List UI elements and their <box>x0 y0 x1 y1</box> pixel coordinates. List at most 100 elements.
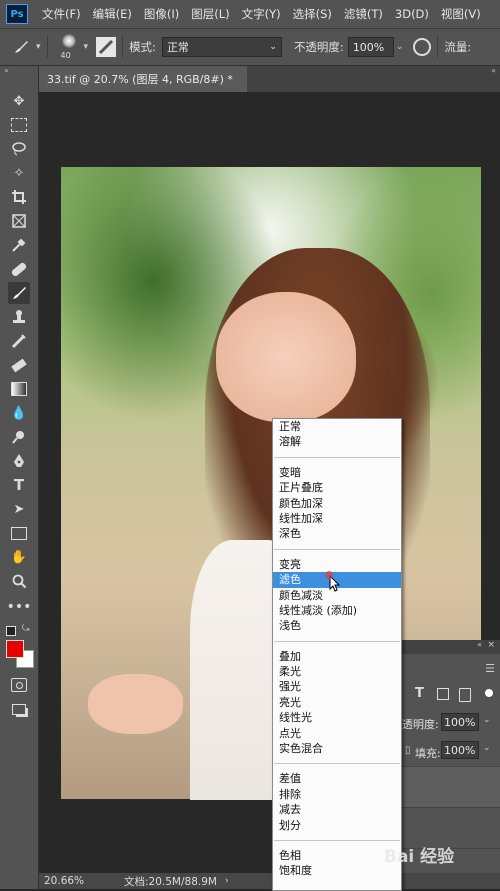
blend-mode-option[interactable]: 强光 <box>273 679 401 694</box>
filter-smart-object-icon[interactable] <box>459 688 471 702</box>
filter-toggle-icon[interactable] <box>485 689 493 697</box>
chevron-down-icon[interactable]: ⌄ <box>483 715 491 725</box>
layer-fill-label: 填充: <box>415 747 441 760</box>
blend-mode-option[interactable]: 浅色 <box>273 618 401 633</box>
menu-view[interactable]: 视图(V) <box>435 6 487 22</box>
clone-stamp-tool-icon[interactable] <box>8 306 30 328</box>
type-tool-icon[interactable]: T <box>8 474 30 496</box>
blur-tool-icon[interactable]: 💧 <box>8 402 30 424</box>
blend-mode-option[interactable]: 点光 <box>273 726 401 741</box>
chevron-down-icon[interactable]: ▾ <box>36 42 41 52</box>
blend-mode-option[interactable]: 饱和度 <box>273 863 401 878</box>
dodge-tool-icon[interactable] <box>8 426 30 448</box>
blend-mode-option[interactable]: 排除 <box>273 787 401 802</box>
layer-row[interactable] <box>401 766 500 808</box>
quick-mask-icon[interactable] <box>8 674 30 696</box>
blend-mode-option[interactable]: 颜色加深 <box>273 496 401 511</box>
panel-collapse-icon[interactable]: » <box>4 66 9 75</box>
gradient-tool-icon[interactable] <box>8 378 30 400</box>
mode-value: 正常 <box>166 41 189 54</box>
brush-preset-picker[interactable]: 40 <box>54 30 84 64</box>
menu-edit[interactable]: 编辑(E) <box>87 6 138 22</box>
lasso-tool-icon[interactable] <box>8 138 30 160</box>
blend-mode-option[interactable]: 划分 <box>273 818 401 833</box>
brush-tip-icon <box>61 34 76 48</box>
menu-image[interactable]: 图像(I) <box>138 6 185 22</box>
hand-tool-icon[interactable]: ✋ <box>8 546 30 568</box>
collapse-icon[interactable]: « <box>477 640 482 649</box>
chevron-down-icon[interactable]: ▾ <box>84 42 89 52</box>
panel-menu-icon[interactable]: ☰ <box>485 662 495 675</box>
close-icon[interactable]: × <box>487 640 495 650</box>
photoshop-logo: Ps <box>6 4 28 24</box>
chevron-down-icon: ⌄ <box>269 42 277 52</box>
blend-mode-option[interactable]: 色相 <box>273 848 401 863</box>
blend-mode-option[interactable]: 变亮 <box>273 557 401 572</box>
blend-mode-option[interactable]: 减去 <box>273 802 401 817</box>
marquee-tool-icon[interactable] <box>8 114 30 136</box>
blend-mode-option[interactable]: 线性减淡 (添加) <box>273 603 401 618</box>
blend-mode-option[interactable]: 差值 <box>273 771 401 786</box>
chevron-down-icon[interactable]: ⌄ <box>396 42 404 52</box>
menu-bar: Ps 文件(F) 编辑(E) 图像(I) 图层(L) 文字(Y) 选择(S) 滤… <box>0 0 500 29</box>
healing-brush-tool-icon[interactable] <box>8 258 30 280</box>
menu-select[interactable]: 选择(S) <box>287 6 338 22</box>
menu-separator <box>274 640 400 642</box>
screen-mode-icon[interactable] <box>8 698 30 720</box>
blend-mode-option[interactable]: 变暗 <box>273 465 401 480</box>
blend-mode-option[interactable]: 柔光 <box>273 664 401 679</box>
menu-filter[interactable]: 滤镜(T) <box>338 6 389 22</box>
layer-fill-input[interactable]: 100% <box>441 741 479 759</box>
eraser-tool-icon[interactable] <box>8 354 30 376</box>
history-brush-tool-icon[interactable] <box>8 330 30 352</box>
filter-shape-icon[interactable] <box>437 688 449 700</box>
divider <box>437 36 439 58</box>
move-tool-icon[interactable]: ✥ <box>8 90 30 112</box>
layers-panel-header: « × <box>400 640 500 654</box>
menu-separator <box>274 456 400 458</box>
blend-mode-option[interactable]: 实色混合 <box>273 741 401 756</box>
filter-type-icon[interactable]: T <box>415 686 424 701</box>
brush-settings-icon[interactable] <box>96 37 117 57</box>
menu-layer[interactable]: 图层(L) <box>185 6 235 22</box>
crop-tool-icon[interactable] <box>8 186 30 208</box>
blend-mode-menu: 正常 溶解 变暗 正片叠底 颜色加深 线性加深 深色 变亮 滤色 颜色减淡 线性减淡 (添加) 浅色叠… <box>272 418 402 891</box>
default-colors-icon[interactable] <box>6 626 16 636</box>
menu-separator <box>274 763 400 765</box>
menu-3d[interactable]: 3D(D) <box>389 7 435 21</box>
brush-tool-icon[interactable] <box>8 34 34 60</box>
blend-mode-option[interactable]: 正片叠底 <box>273 480 401 495</box>
blend-mode-option[interactable]: 亮光 <box>273 695 401 710</box>
path-selection-tool-icon[interactable]: ➤ <box>8 498 30 520</box>
opacity-input[interactable]: 100% <box>347 37 394 57</box>
blend-mode-option[interactable]: 叠加 <box>273 649 401 664</box>
zoom-level[interactable]: 20.66% <box>44 875 114 887</box>
options-bar: ▾ 40 ▾ 模式: 正常 ⌄ 不透明度: 100% ⌄ 流量: <box>0 29 500 66</box>
frame-tool-icon[interactable] <box>8 210 30 232</box>
layer-opacity-input[interactable]: 100% <box>441 713 479 731</box>
photo-hand <box>88 674 183 734</box>
pen-tool-icon[interactable] <box>8 450 30 472</box>
brush-tool-icon[interactable] <box>8 282 30 304</box>
pressure-opacity-icon[interactable] <box>413 38 432 56</box>
blend-mode-option[interactable]: 深色 <box>273 526 401 541</box>
foreground-color-swatch[interactable] <box>6 640 24 658</box>
mode-select[interactable]: 正常 ⌄ <box>161 37 282 57</box>
menu-file[interactable]: 文件(F) <box>36 6 87 22</box>
zoom-tool-icon[interactable] <box>8 570 30 592</box>
status-arrow-icon[interactable]: › <box>225 876 229 886</box>
blend-mode-option[interactable]: 正常 <box>273 419 401 434</box>
blend-mode-option[interactable]: 线性光 <box>273 710 401 725</box>
magic-wand-tool-icon[interactable]: ✧ <box>8 162 30 184</box>
chevron-down-icon[interactable]: ⌄ <box>483 743 491 753</box>
swap-colors-icon[interactable]: ⤿ <box>22 624 30 634</box>
menu-type[interactable]: 文字(Y) <box>236 6 287 22</box>
tab-bar-collapse-icon[interactable]: « <box>491 66 496 75</box>
blend-mode-option[interactable]: 溶解 <box>273 434 401 449</box>
blend-mode-option[interactable]: 线性加深 <box>273 511 401 526</box>
rectangle-tool-icon[interactable] <box>8 522 30 544</box>
document-tab[interactable]: 33.tif @ 20.7% (图层 4, RGB/8#) * <box>39 66 247 92</box>
lock-icon[interactable]: ▯ <box>405 745 411 756</box>
eyedropper-tool-icon[interactable] <box>8 234 30 256</box>
more-tools-icon[interactable]: ••• <box>7 596 32 618</box>
